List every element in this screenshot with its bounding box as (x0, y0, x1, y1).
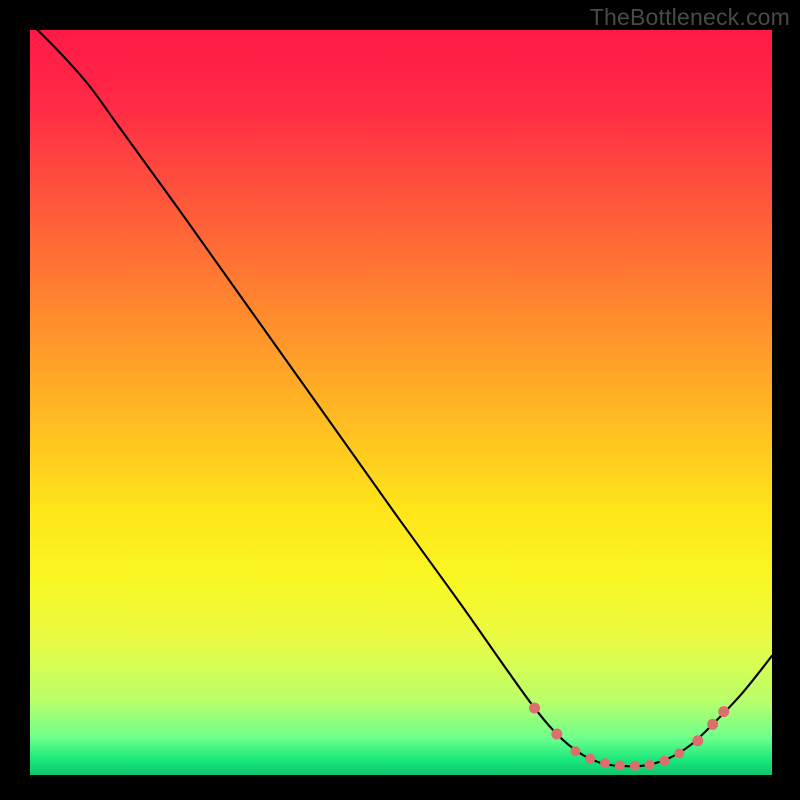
plot-area (30, 30, 772, 775)
marker-point (570, 746, 580, 756)
markers-group (529, 702, 729, 770)
chart-frame: TheBottleneck.com (0, 0, 800, 800)
marker-point (585, 754, 595, 764)
marker-point (630, 761, 640, 771)
marker-point (645, 760, 655, 770)
marker-point (659, 756, 669, 766)
marker-point (692, 735, 703, 746)
marker-point (551, 729, 562, 740)
marker-point (707, 719, 718, 730)
marker-point (674, 748, 684, 758)
marker-point (600, 758, 610, 768)
bottleneck-curve (30, 30, 772, 766)
marker-point (529, 702, 540, 713)
marker-point (615, 760, 625, 770)
watermark-text: TheBottleneck.com (590, 4, 790, 31)
chart-svg (30, 30, 772, 775)
marker-point (718, 706, 729, 717)
